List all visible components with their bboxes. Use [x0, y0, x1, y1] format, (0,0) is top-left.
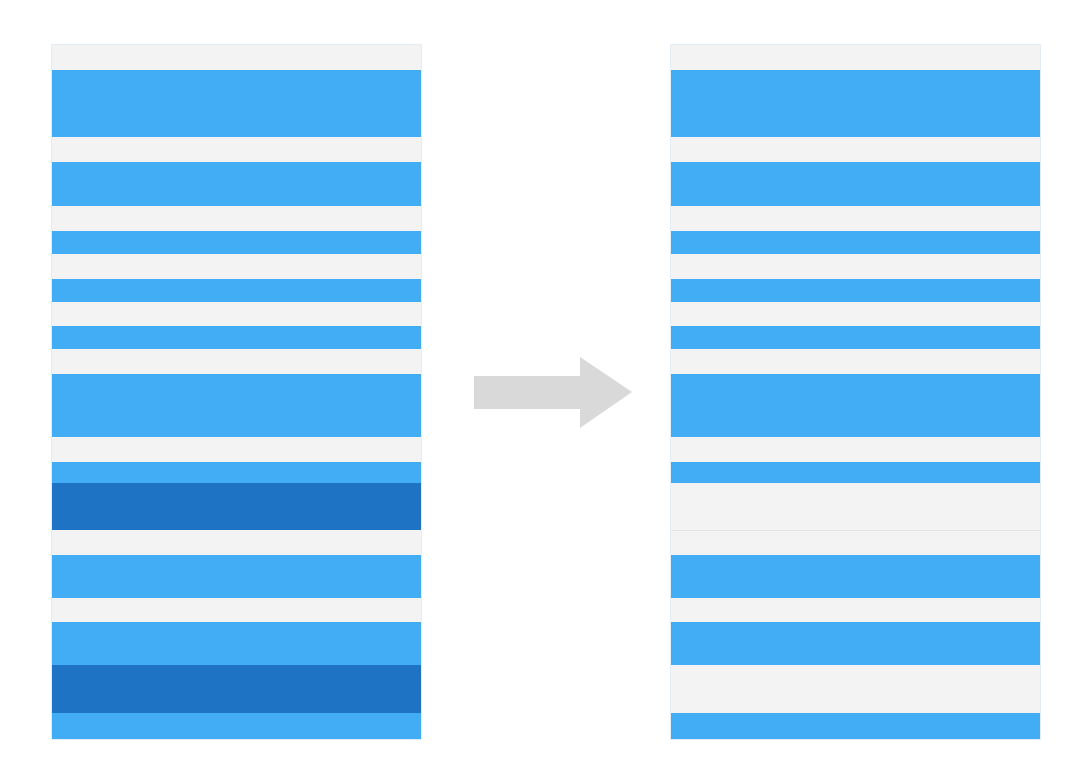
highlighted-block — [52, 665, 421, 713]
allocated-block — [671, 326, 1040, 349]
allocated-block — [671, 622, 1040, 665]
highlighted-block — [52, 483, 421, 530]
allocated-block — [671, 555, 1040, 598]
before-panel — [52, 45, 421, 739]
allocated-block — [671, 713, 1040, 739]
free-block-divider — [671, 530, 1040, 531]
allocated-block — [52, 326, 421, 349]
allocated-block — [52, 555, 421, 598]
allocated-block — [671, 162, 1040, 206]
allocated-block — [671, 70, 1040, 137]
allocated-block — [52, 162, 421, 206]
allocated-block — [671, 231, 1040, 254]
allocated-block — [52, 622, 421, 665]
allocated-block — [52, 70, 421, 137]
allocated-block — [52, 462, 421, 483]
after-panel — [671, 45, 1040, 739]
free-block — [671, 665, 1040, 713]
allocated-block — [52, 231, 421, 254]
memory-diagram — [0, 0, 1087, 784]
allocated-block — [671, 462, 1040, 483]
free-block — [671, 483, 1040, 530]
allocated-block — [671, 279, 1040, 302]
right-arrow-icon — [474, 357, 632, 428]
allocated-block — [671, 374, 1040, 437]
allocated-block — [52, 713, 421, 739]
allocated-block — [52, 374, 421, 437]
allocated-block — [52, 279, 421, 302]
